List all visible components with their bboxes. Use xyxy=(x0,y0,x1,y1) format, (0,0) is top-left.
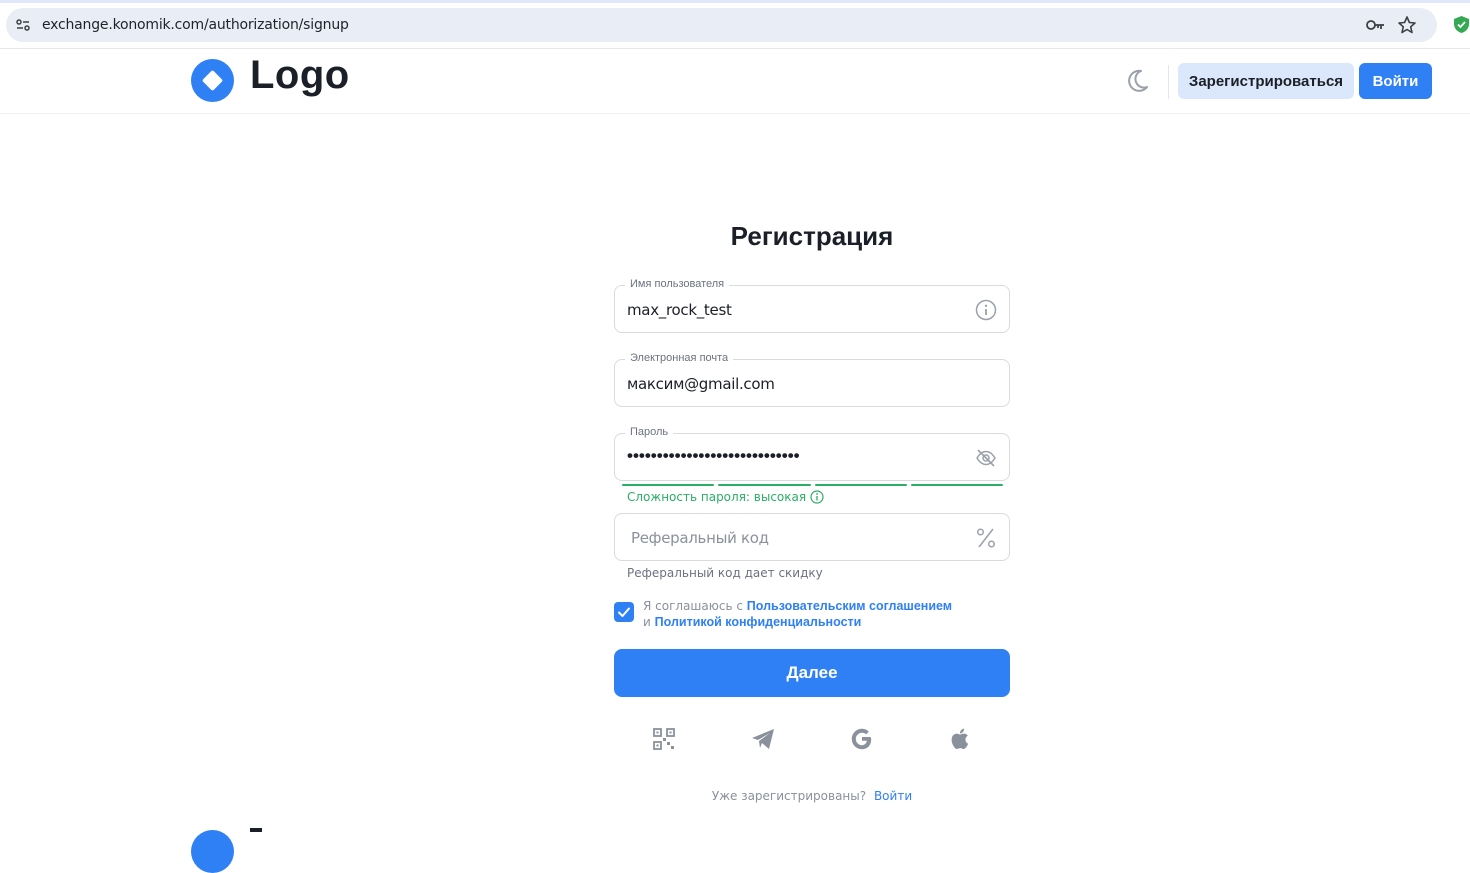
qr-code-icon[interactable] xyxy=(651,726,677,752)
strength-segment xyxy=(814,484,907,486)
referral-code-placeholder[interactable]: Реферальный код xyxy=(631,529,769,547)
already-registered-text: Уже зарегистрированы? xyxy=(711,789,867,803)
email-value[interactable]: максим@gmail.com xyxy=(627,375,775,393)
strength-segment xyxy=(910,484,1003,486)
email-field[interactable]: Электронная почта максим@gmail.com xyxy=(614,352,1010,407)
email-label: Электронная почта xyxy=(625,352,734,364)
percent-icon xyxy=(976,528,996,548)
url-text[interactable]: exchange.konomik.com/authorization/signu… xyxy=(42,17,349,33)
apple-icon[interactable] xyxy=(948,726,974,752)
page-title: Регистрация xyxy=(730,221,894,251)
consent-text: Я соглашаюсь с Пользовательским соглашен… xyxy=(643,598,1003,630)
logo-text[interactable]: Logo xyxy=(250,53,350,98)
check-icon xyxy=(618,607,630,617)
moon-icon[interactable] xyxy=(1124,68,1150,94)
password-key-icon[interactable] xyxy=(1365,16,1385,34)
footer-login-link[interactable]: Войти xyxy=(874,789,912,803)
terms-link[interactable]: Пользовательским соглашением xyxy=(747,599,952,613)
next-button[interactable]: Далее xyxy=(614,649,1010,697)
consent-prefix: Я соглашаюсь с xyxy=(643,599,743,613)
footer-logo-text xyxy=(250,828,262,832)
eye-off-icon[interactable] xyxy=(975,447,997,469)
password-strength-text: Сложность пароля: высокая xyxy=(627,490,807,504)
username-label: Имя пользователя xyxy=(625,278,730,290)
consent-checkbox[interactable] xyxy=(614,602,634,622)
strength-info-icon[interactable] xyxy=(810,490,824,504)
site-header: Logo Зарегистрироваться Войти xyxy=(0,49,1470,114)
browser-toolbar: exchange.konomik.com/authorization/signu… xyxy=(0,0,1470,49)
footer-logo-icon xyxy=(191,830,234,873)
password-strength-meter xyxy=(622,484,1003,487)
google-icon[interactable] xyxy=(849,726,875,752)
telegram-icon[interactable] xyxy=(750,726,776,752)
already-registered: Уже зарегистрированы? Войти xyxy=(614,789,1010,803)
username-field[interactable]: Имя пользователя max_rock_test xyxy=(614,278,1010,333)
username-value[interactable]: max_rock_test xyxy=(627,301,732,319)
tab-strip xyxy=(0,0,1470,3)
logo-icon[interactable] xyxy=(191,59,234,102)
signup-button[interactable]: Зарегистрироваться xyxy=(1178,63,1354,99)
header-divider xyxy=(1168,65,1169,99)
strength-segment xyxy=(622,484,715,486)
referral-code-field[interactable]: Реферальный код xyxy=(614,513,1010,561)
consent-middle: и xyxy=(643,615,651,629)
info-icon[interactable] xyxy=(975,299,997,321)
privacy-link[interactable]: Политикой конфиденциальности xyxy=(655,615,862,629)
password-value[interactable]: ••••••••••••••••••••••••••••• xyxy=(627,446,800,466)
password-field[interactable]: Пароль ••••••••••••••••••••••••••••• xyxy=(614,426,1010,481)
address-bar[interactable]: exchange.konomik.com/authorization/signu… xyxy=(6,8,1437,42)
site-settings-icon[interactable] xyxy=(15,17,31,33)
login-button[interactable]: Войти xyxy=(1359,63,1432,99)
strength-segment xyxy=(718,484,811,486)
password-strength: Сложность пароля: высокая xyxy=(627,490,824,504)
extension-shield-icon[interactable] xyxy=(1453,15,1470,34)
referral-hint: Реферальный код дает скидку xyxy=(627,566,823,580)
bookmark-star-icon[interactable] xyxy=(1397,15,1417,35)
password-label: Пароль xyxy=(625,426,674,438)
